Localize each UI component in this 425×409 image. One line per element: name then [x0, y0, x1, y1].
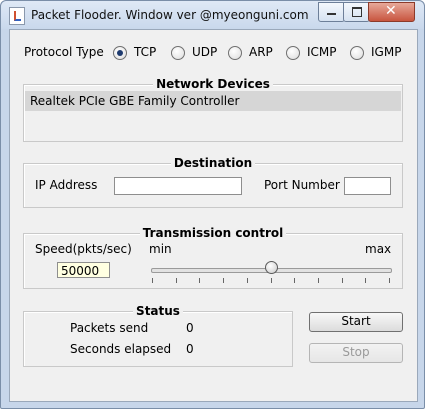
maximize-button[interactable]: [343, 2, 370, 22]
radio-circle: [286, 46, 300, 60]
port-number-label: Port Number: [264, 178, 340, 192]
slider-tick: [294, 278, 296, 283]
maximize-icon: [352, 7, 362, 17]
radio-tcp-label: TCP: [134, 45, 157, 59]
app-window: Packet Flooder. Window ver @myeonguni.co…: [0, 0, 425, 409]
ip-address-label: IP Address: [35, 178, 98, 192]
radio-circle: [171, 46, 185, 60]
network-devices-group: Network Devices Realtek PCIe GBE Family …: [23, 77, 403, 142]
radio-circle: [350, 46, 364, 60]
slider-tick: [175, 278, 177, 283]
slider-tick: [270, 278, 272, 283]
slider-tick: [246, 278, 248, 283]
slider-tick: [365, 278, 367, 283]
ip-address-input[interactable]: [114, 177, 242, 195]
packets-send-value: 0: [186, 321, 194, 335]
stop-button[interactable]: Stop: [309, 343, 403, 363]
slider-tick: [199, 278, 201, 283]
slider-tick: [223, 278, 225, 283]
speed-slider-thumb[interactable]: [264, 261, 278, 274]
slider-tick: [152, 278, 153, 283]
close-icon: ✕: [385, 3, 397, 19]
seconds-elapsed-value: 0: [186, 342, 194, 356]
slider-min-label: min: [149, 242, 172, 256]
status-group: Status: [23, 304, 293, 367]
port-number-input[interactable]: [344, 177, 391, 195]
title-bar[interactable]: Packet Flooder. Window ver @myeonguni.co…: [1, 1, 424, 29]
client-area: Protocol Type TCP UDP ARP ICMP IGMP Netw…: [9, 29, 418, 402]
transmission-control-title: Transmission control: [24, 226, 402, 240]
speed-input[interactable]: 50000: [57, 262, 110, 278]
minimize-button[interactable]: [318, 2, 345, 22]
destination-title: Destination: [24, 156, 402, 170]
protocol-type-label: Protocol Type: [24, 45, 104, 59]
device-list-item[interactable]: Realtek PCIe GBE Family Controller: [25, 91, 401, 111]
radio-icmp-label: ICMP: [307, 45, 337, 59]
slider-max-label: max: [365, 242, 392, 256]
status-title: Status: [24, 304, 292, 318]
slider-tick: [341, 278, 343, 283]
packets-send-label: Packets send: [70, 321, 149, 335]
start-button[interactable]: Start: [309, 312, 403, 332]
window-title: Packet Flooder. Window ver @myeonguni.co…: [31, 8, 309, 22]
slider-tick: [389, 278, 390, 283]
radio-arp-label: ARP: [249, 45, 273, 59]
close-button[interactable]: ✕: [368, 2, 415, 22]
radio-igmp-label: IGMP: [371, 45, 402, 59]
device-list-item-label: Realtek PCIe GBE Family Controller: [30, 94, 240, 108]
radio-circle: [228, 46, 242, 60]
radio-circle: [113, 46, 127, 60]
seconds-elapsed-label: Seconds elapsed: [70, 342, 172, 356]
minimize-icon: [327, 13, 336, 15]
network-devices-title: Network Devices: [24, 77, 402, 91]
speed-label: Speed(pkts/sec): [35, 242, 132, 256]
java-app-icon: [9, 7, 25, 25]
radio-selected-dot: [117, 50, 123, 56]
radio-udp-label: UDP: [192, 45, 218, 59]
slider-tick: [317, 278, 319, 283]
